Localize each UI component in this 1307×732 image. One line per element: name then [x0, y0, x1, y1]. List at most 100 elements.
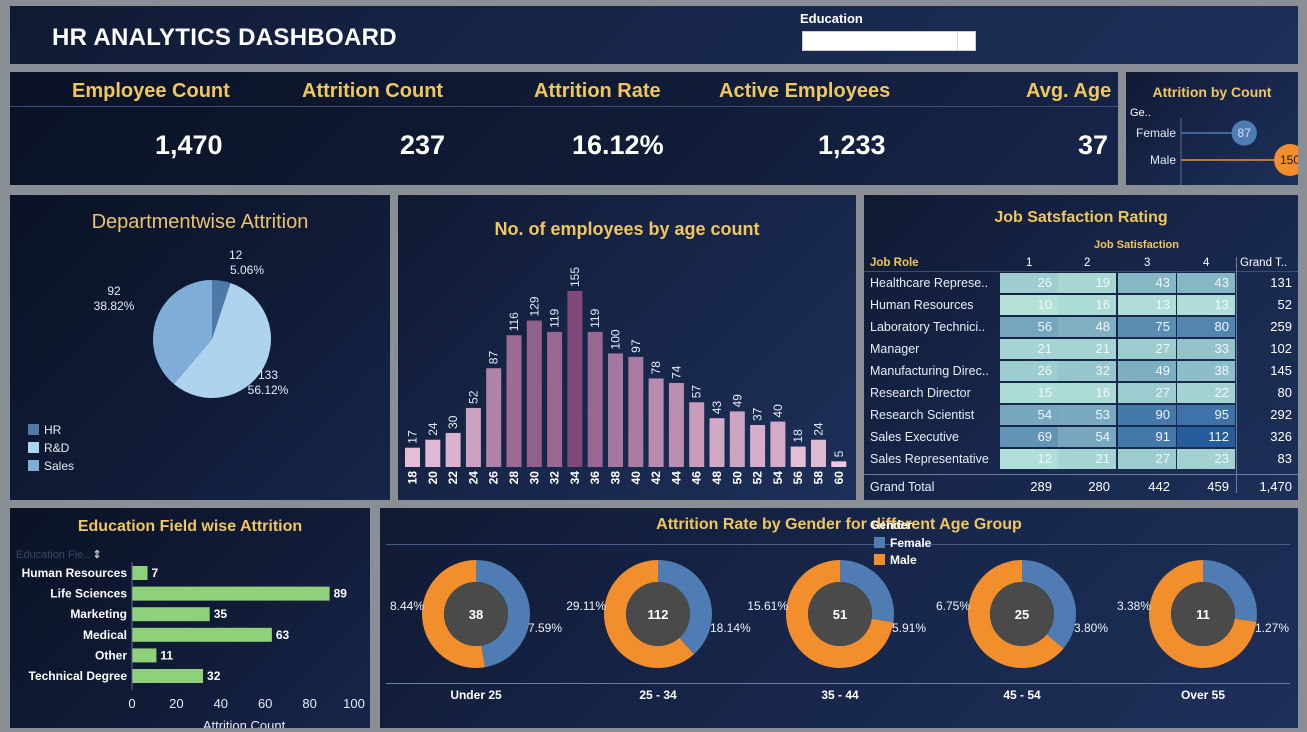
job-satisfaction-cell: 27	[1118, 383, 1176, 403]
job-satisfaction-cell: 21	[1058, 449, 1116, 469]
age-tick-label: 52	[751, 471, 765, 485]
education-field-bar-chart: Human Resources 7 Life Sciences 89 Marketing…	[22, 562, 365, 728]
age-bar	[811, 439, 826, 467]
gender-age-group-panel: Attrition Rate by Gender for different A…	[380, 508, 1298, 728]
edu-x-tick-label: 100	[343, 696, 365, 711]
edu-bar	[132, 627, 272, 642]
kpi-attrition-count-label: Attrition Count	[302, 80, 444, 102]
age-bar-value-label: 78	[649, 361, 663, 375]
age-bar	[709, 418, 725, 467]
kpi-active-employees-value: 1,233	[818, 130, 886, 160]
gender-donut-charts: 38 8.44% 7.59% Under 25 112 29.11% 18.14% 25 - …	[390, 560, 1289, 702]
grand-total-cell: 280	[1088, 479, 1110, 494]
age-tick-label: 32	[548, 471, 562, 485]
job-role-label: Sales Executive	[870, 430, 959, 444]
age-bar	[831, 461, 847, 467]
job-satisfaction-cell: 43	[1118, 273, 1176, 293]
donut-female-percent: 1.27%	[1255, 621, 1289, 635]
job-satisfaction-column-group: Job Satisfaction	[1094, 239, 1179, 251]
age-bar-value-label: 17	[406, 430, 420, 444]
age-tick-label: 56	[791, 471, 805, 485]
donut-female-percent: 5.91%	[892, 621, 926, 635]
job-satisfaction-cell: 32	[1058, 361, 1116, 381]
job-role-header: Job Role	[870, 257, 919, 269]
edu-x-tick-label: 60	[258, 696, 272, 711]
kpi-attrition-count-value: 237	[400, 130, 446, 160]
kpi-employee-count-value: 1,470	[155, 130, 223, 160]
age-bar	[445, 432, 461, 467]
job-satisfaction-cell: 21	[1058, 339, 1116, 359]
age-bar	[547, 331, 563, 467]
edu-bar	[132, 669, 204, 683]
pie-percent-label: 56.12%	[248, 383, 289, 397]
legend-swatch-rnd	[28, 442, 39, 453]
age-bar	[668, 382, 684, 467]
age-bar-value-label: 52	[466, 390, 480, 404]
edu-bar	[132, 566, 148, 580]
age-bar-value-label: 119	[548, 308, 562, 327]
edu-category-label: Other	[95, 648, 127, 662]
age-bar	[425, 439, 441, 467]
age-bar-value-label: 24	[426, 422, 440, 436]
legend-item-rnd[interactable]: R&D	[28, 441, 69, 455]
donut-center-total: 38	[469, 607, 483, 622]
grand-total-cell: 442	[1148, 479, 1170, 494]
donut-center-total: 11	[1196, 607, 1210, 622]
job-satisfaction-panel: Job Satsfaction Rating Job Satisfaction …	[864, 195, 1298, 500]
job-satisfaction-cell: 12	[1000, 449, 1058, 469]
age-bar	[465, 407, 481, 467]
job-role-total: 52	[1277, 297, 1292, 312]
age-bar-value-label: 119	[588, 308, 602, 327]
chevron-down-icon[interactable]	[957, 32, 975, 50]
legend-item-hr[interactable]: HR	[28, 423, 61, 437]
age-bar-value-label: 49	[730, 394, 744, 408]
legend-item-sales[interactable]: Sales	[28, 459, 74, 473]
age-bar	[405, 447, 420, 467]
grand-total-cell: 459	[1207, 479, 1229, 494]
grand-total-header: Grand T..	[1240, 257, 1288, 269]
age-tick-label: 18	[406, 471, 420, 485]
job-role-label: Manager	[870, 342, 920, 356]
kpi-panel: Employee Count 1,470 Attrition Count 237…	[10, 72, 1118, 185]
age-tick-label: 60	[832, 471, 846, 485]
job-satisfaction-title: Job Satsfaction Rating	[994, 209, 1168, 226]
job-satisfaction-cell: 13	[1177, 295, 1235, 315]
age-bar-value-label: 37	[751, 407, 765, 421]
donut-center-total: 112	[648, 607, 669, 622]
education-filter-dropdown[interactable]	[802, 31, 976, 51]
edu-bar-value-label: 11	[160, 648, 173, 662]
abc-category-label: Male	[1150, 153, 1176, 167]
age-tick-label: 30	[527, 471, 541, 485]
job-role-label: Manufacturing Direc..	[870, 364, 989, 378]
job-satisfaction-cell: 80	[1177, 317, 1235, 337]
kpi-employee-count-label: Employee Count	[72, 80, 230, 102]
job-satisfaction-cell: 26	[1000, 273, 1058, 293]
legend-swatch-hr	[28, 424, 39, 435]
job-satisfaction-cell: 27	[1118, 449, 1176, 469]
age-bar-value-label: 57	[690, 385, 704, 399]
job-satisfaction-cell: 48	[1058, 317, 1116, 337]
donut-male-percent: 8.44%	[390, 599, 424, 613]
age-bar	[587, 331, 603, 467]
donut-female-percent: 18.14%	[710, 621, 751, 635]
job-satisfaction-cell: 26	[1000, 361, 1058, 381]
age-bar	[506, 335, 522, 467]
donut-female-percent: 7.59%	[528, 621, 562, 635]
age-bar	[689, 402, 705, 467]
education-field-panel: Education Field wise Attrition Education…	[10, 508, 370, 728]
age-bar	[729, 411, 745, 467]
job-role-total: 292	[1270, 407, 1292, 422]
age-group-label: Over 55	[1181, 688, 1225, 702]
age-tick-label: 22	[446, 471, 460, 485]
grand-total-value: 1,470	[1259, 479, 1292, 494]
pie-value-label: 12	[229, 248, 243, 262]
job-satisfaction-cell: 54	[1000, 405, 1058, 425]
edu-bar	[132, 607, 210, 622]
pie-value-label: 92	[107, 284, 121, 298]
education-filter-label: Education	[800, 11, 863, 26]
age-bar-value-label: 43	[710, 401, 724, 415]
edu-bar-value-label: 32	[207, 669, 221, 683]
edu-category-label: Medical	[83, 628, 127, 642]
job-role-label: Laboratory Technici..	[870, 320, 986, 334]
edu-bar-value-label: 35	[214, 607, 228, 621]
